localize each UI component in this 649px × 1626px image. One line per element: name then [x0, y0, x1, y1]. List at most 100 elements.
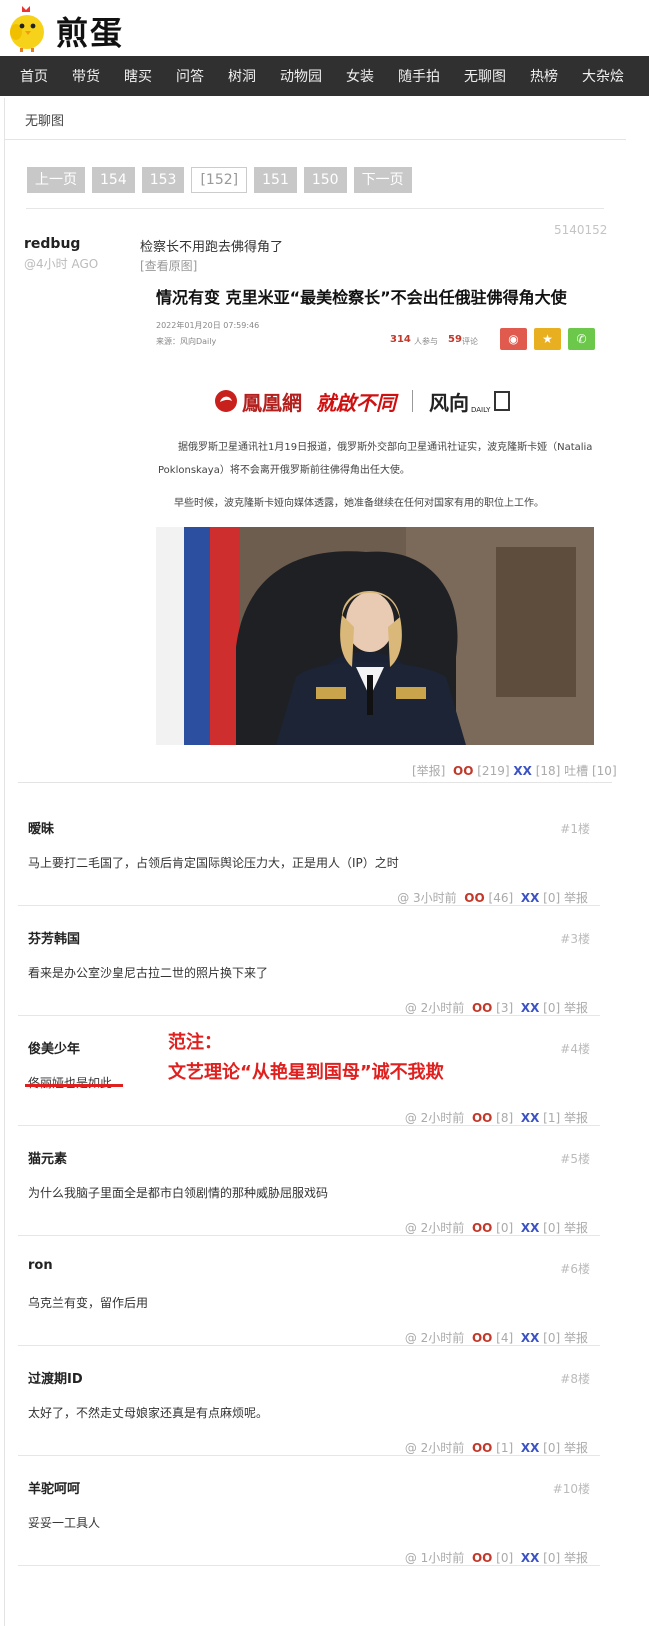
post-time: @4小时 AGO [24, 257, 99, 271]
nav-item-rebang[interactable]: 热榜 [530, 66, 558, 86]
news-brand-banner: 鳳凰網 就啟不同 风向 DAILY [214, 384, 511, 418]
news-comments-label: 评论 [462, 337, 478, 346]
comment-author[interactable]: ron [28, 1258, 53, 1273]
comment-floor[interactable]: #4楼 [560, 1040, 590, 1057]
comment-report-link[interactable]: 举报 [564, 1331, 588, 1345]
comment-time: @ 2小时前 [404, 1221, 465, 1235]
post-author[interactable]: redbug [24, 236, 80, 252]
comment-item: ron #6楼 乌克兰有变，留作后用 @ 2小时前 OO [4] XX [0] … [18, 1236, 600, 1346]
comment-oo-button[interactable]: OO [472, 1441, 492, 1455]
brand-daily: DAILY [471, 406, 491, 414]
pager-page-153[interactable]: 153 [141, 167, 185, 193]
comment-text: 为什么我脑子里面全是都市白领剧情的那种威胁屈服戏码 [28, 1186, 329, 1200]
chick-logo-icon[interactable] [4, 4, 50, 52]
comment-floor[interactable]: #8楼 [560, 1370, 590, 1387]
pager-page-154[interactable]: 154 [92, 167, 135, 193]
comment-floor[interactable]: #5楼 [560, 1150, 590, 1167]
nav-item-dazahui[interactable]: 大杂烩 [582, 66, 624, 86]
comment-author[interactable]: 猫元素 [28, 1148, 67, 1167]
post-id[interactable]: 5140152 [554, 223, 607, 237]
comment-oo-count: [1] [496, 1441, 514, 1455]
nav-item-xiamai[interactable]: 瞎买 [124, 66, 152, 86]
comment-xx-button[interactable]: XX [521, 1221, 540, 1235]
comment-report-link[interactable]: 举报 [564, 1221, 588, 1235]
comment-floor[interactable]: #10楼 [553, 1480, 590, 1497]
comment-author[interactable]: 过渡期ID [28, 1368, 83, 1387]
pager-page-current: [152] [191, 167, 248, 193]
comment-author[interactable]: 芬芳韩国 [28, 928, 80, 947]
comment-oo-button[interactable]: OO [472, 1551, 492, 1565]
news-comments-count: 59 [448, 334, 462, 345]
nav-item-zoo[interactable]: 动物园 [280, 66, 322, 86]
comment-xx-count: [1] [543, 1111, 561, 1125]
divider [26, 208, 604, 209]
comment-item: 暧昧 #1楼 马上要打二毛国了，占领后肯定国际舆论压力大，正是用人（IP）之时 … [18, 796, 600, 906]
comment-oo-button[interactable]: OO [472, 1001, 492, 1015]
post-oo-button[interactable]: OO [453, 764, 473, 778]
breadcrumb: 无聊图 [4, 98, 626, 140]
comment-xx-button[interactable]: XX [521, 1331, 540, 1345]
comment-time: @ 2小时前 [404, 1441, 465, 1455]
comment-xx-count: [0] [543, 1221, 561, 1235]
comment-item: 过渡期ID #8楼 太好了，不然走丈母娘家还真是有点麻烦呢。 @ 2小时前 OO… [18, 1346, 600, 1456]
post-image[interactable]: 情况有变 克里米亚“最美检察长”不会出任俄驻佛得角大使 2022年01月20日 … [140, 272, 612, 750]
pager-page-151[interactable]: 151 [254, 167, 297, 193]
nav-item-shudong[interactable]: 树洞 [228, 66, 256, 86]
comment-xx-button[interactable]: XX [521, 1441, 540, 1455]
nav-item-daihuo[interactable]: 带货 [72, 66, 100, 86]
comment-author[interactable]: 暧昧 [28, 818, 54, 837]
comment-oo-button[interactable]: OO [472, 1111, 492, 1125]
annotation-title: 范注： [168, 1032, 222, 1053]
comment-xx-button[interactable]: XX [521, 1111, 540, 1125]
comment-time: @ 1小时前 [404, 1551, 465, 1565]
annotation-text: 文艺理论“从艳星到国母”诚不我欺 [168, 1062, 444, 1083]
breadcrumb-current: 无聊图 [25, 114, 65, 129]
post-xx-button[interactable]: XX [513, 764, 532, 778]
nav-item-home[interactable]: 首页 [20, 66, 48, 86]
comment-floor[interactable]: #1楼 [560, 820, 590, 837]
comment-floor[interactable]: #3楼 [560, 930, 590, 947]
comment-text: 妥妥一工具人 [28, 1516, 101, 1530]
pager-next-button[interactable]: 下一页 [353, 167, 412, 193]
comment-oo-button[interactable]: OO [472, 1331, 492, 1345]
comment-report-link[interactable]: 举报 [564, 1551, 588, 1565]
comment-text: 马上要打二毛国了，占领后肯定国际舆论压力大，正是用人（IP）之时 [28, 856, 399, 870]
site-logo-text[interactable]: 煎蛋 [56, 8, 124, 54]
comment-meta: @ 2小时前 OO [4] XX [0] 举报 [405, 1329, 588, 1346]
post-xx-count: [18] [535, 764, 561, 778]
comment-report-link[interactable]: 举报 [564, 891, 588, 905]
comment-time: @ 2小时前 [404, 1331, 465, 1345]
main-nav: 首页 带货 瞎买 问答 树洞 动物园 女装 随手拍 无聊图 热榜 大杂烩 [0, 56, 649, 96]
post-actions: [举报] OO [219] XX [18] 吐槽 [10] [412, 762, 617, 779]
brand-separator [412, 390, 413, 412]
news-participants-label: 人参与 [414, 337, 438, 346]
comment-meta: @ 3小时前 OO [46] XX [0] 举报 [397, 889, 588, 906]
comment-author[interactable]: 俊美少年 [28, 1038, 80, 1057]
comment-xx-button[interactable]: XX [521, 1551, 540, 1565]
comment-xx-button[interactable]: XX [521, 1001, 540, 1015]
nav-item-suishoupai[interactable]: 随手拍 [398, 66, 440, 86]
nav-item-wenda[interactable]: 问答 [176, 66, 204, 86]
pager: 上一页 154 153 [152] 151 150 下一页 [27, 167, 419, 193]
pager-prev-button[interactable]: 上一页 [27, 167, 85, 193]
divider [18, 782, 612, 783]
comment-oo-button[interactable]: OO [472, 1221, 492, 1235]
news-paragraph-2: 早些时候，波克隆斯卡娅向媒体透露，她准备继续在任何对国家有用的职位上工作。 [174, 498, 544, 509]
nav-item-nvzhuang[interactable]: 女装 [346, 66, 374, 86]
comment-report-link[interactable]: 举报 [564, 1111, 588, 1125]
ifeng-logo-icon [215, 390, 237, 412]
comment-xx-button[interactable]: XX [521, 891, 540, 905]
comment-oo-button[interactable]: OO [464, 891, 484, 905]
post-oo-count: [219] [477, 764, 510, 778]
post-report-link[interactable]: [举报] [412, 764, 445, 778]
comment-oo-count: [3] [496, 1001, 514, 1015]
pager-page-150[interactable]: 150 [303, 167, 347, 193]
comment-oo-count: [46] [488, 891, 514, 905]
comment-report-link[interactable]: 举报 [564, 1001, 588, 1015]
comment-text: 乌克兰有变，留作后用 [28, 1296, 149, 1310]
post-tucao-link[interactable]: 吐槽 [10] [564, 764, 616, 778]
comment-report-link[interactable]: 举报 [564, 1441, 588, 1455]
comment-author[interactable]: 羊驼呵呵 [28, 1478, 80, 1497]
comment-floor[interactable]: #6楼 [560, 1260, 590, 1277]
nav-item-wuliaotu[interactable]: 无聊图 [464, 66, 506, 86]
